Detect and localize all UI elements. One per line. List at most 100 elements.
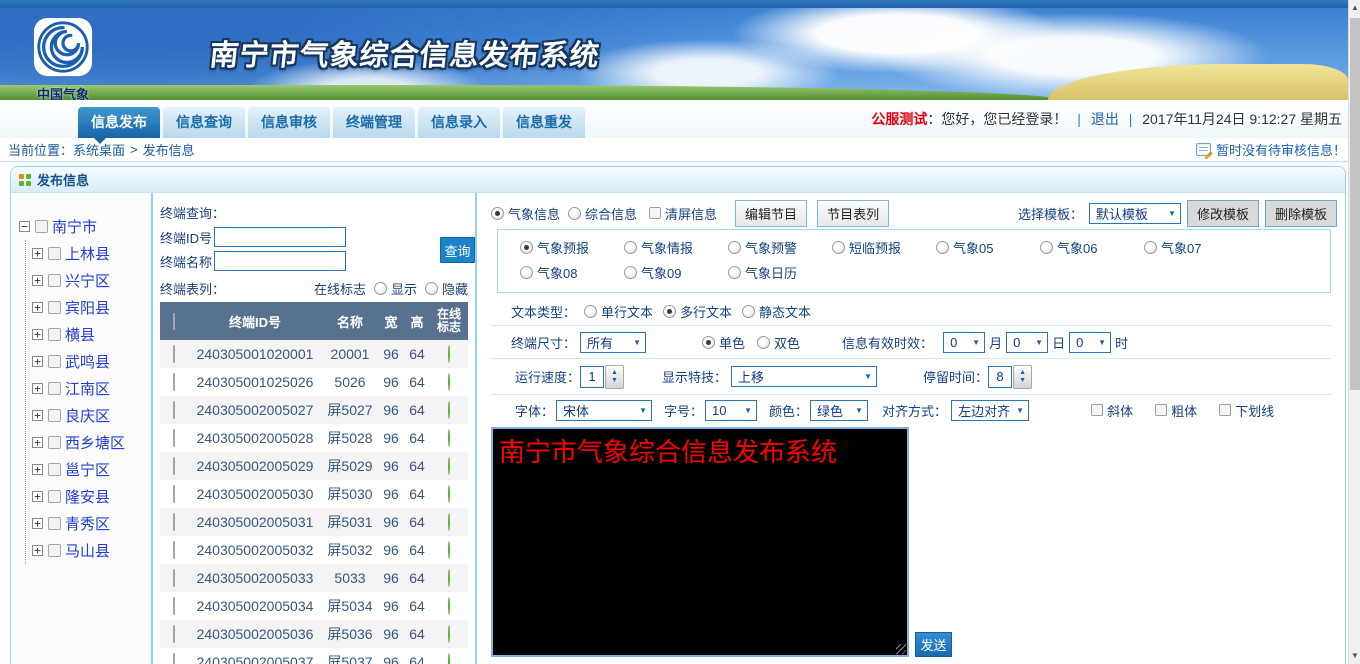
row-checkbox[interactable] [173,625,175,643]
speed-stepper[interactable]: ▲▼ [605,365,624,389]
row-checkbox[interactable] [173,541,175,559]
color-mode-option[interactable]: 单色 [702,333,745,352]
checkbox-icon[interactable] [1219,404,1231,416]
nav-tab[interactable]: 终端管理 [333,107,415,138]
row-checkbox[interactable] [173,485,175,503]
tree-item-label[interactable]: 青秀区 [65,513,110,534]
modify-template-button[interactable]: 修改模板 [1187,200,1259,227]
info-type-option[interactable]: 综合信息 [568,204,637,223]
expand-icon[interactable]: + [32,545,43,556]
font-style-option[interactable]: 粗体 [1155,401,1197,420]
tree-item-label[interactable]: 兴宁区 [65,270,110,291]
row-checkbox[interactable] [173,569,175,587]
table-row[interactable]: 240305002005027 屏5027 96 64 [160,396,468,424]
radio-icon[interactable] [520,266,533,279]
font-style-option[interactable]: 斜体 [1091,401,1133,420]
row-checkbox[interactable] [173,345,175,363]
category-option[interactable]: 气象05 [936,238,1040,257]
radio-icon[interactable] [663,305,676,318]
radio-icon[interactable] [425,282,438,295]
tree-item-checkbox[interactable] [48,463,61,476]
tree-item-label[interactable]: 宾阳县 [65,297,110,318]
radio-icon[interactable] [624,266,637,279]
tree-root-label[interactable]: 南宁市 [52,216,97,237]
tree-item-label[interactable]: 武鸣县 [65,351,110,372]
table-row[interactable]: 240305002005028 屏5028 96 64 [160,424,468,452]
category-option[interactable]: 短临预报 [832,238,936,257]
tree-item-checkbox[interactable] [48,409,61,422]
table-row[interactable]: 240305002005037 屏5037 96 64 [160,648,468,664]
font-size-select[interactable]: 10▼ [705,400,757,421]
tree-item-checkbox[interactable] [48,544,61,557]
checkbox-icon[interactable] [1091,404,1103,416]
nav-tab[interactable]: 信息录入 [418,107,500,138]
row-checkbox[interactable] [173,597,175,615]
logout-link[interactable]: 退出 [1091,111,1119,127]
validity-select[interactable]: 0▼ [1069,332,1111,353]
edit-program-button[interactable]: 编辑节目 [735,200,807,227]
expand-icon[interactable]: + [32,383,43,394]
category-option[interactable]: 气象07 [1144,238,1248,257]
query-button[interactable]: 查询 [440,237,475,263]
tree-item-checkbox[interactable] [48,382,61,395]
category-option[interactable]: 气象08 [520,263,624,282]
table-row[interactable]: 240305002005031 屏5031 96 64 [160,508,468,536]
tree-item-checkbox[interactable] [48,274,61,287]
tree-item-checkbox[interactable] [48,301,61,314]
breadcrumb-current[interactable]: 发布信息 [143,140,195,159]
row-checkbox[interactable] [173,457,175,475]
tree-root-checkbox[interactable] [35,220,48,233]
tree-item-label[interactable]: 邕宁区 [65,459,110,480]
tree-item-checkbox[interactable] [48,517,61,530]
category-option[interactable]: 气象日历 [728,263,832,282]
terminal-id-input[interactable] [214,227,346,247]
template-select[interactable]: 默认模板▼ [1089,203,1181,224]
info-type-option[interactable]: 气象信息 [491,204,560,223]
category-option[interactable]: 气象预报 [520,238,624,257]
radio-icon[interactable] [832,241,845,254]
radio-icon[interactable] [757,336,770,349]
terminal-size-select[interactable]: 所有▼ [580,332,646,353]
scrollbar-thumb[interactable] [1350,18,1360,390]
text-type-option[interactable]: 单行文本 [584,302,653,321]
font-select[interactable]: 宋体▼ [556,400,652,421]
radio-icon[interactable] [728,266,741,279]
tree-item-label[interactable]: 马山县 [65,540,110,561]
table-row[interactable]: 240305001020001 20001 96 64 [160,340,468,368]
scroll-up-arrow[interactable]: ▲ [1349,0,1360,16]
terminal-name-input[interactable] [214,251,346,271]
category-option[interactable]: 气象09 [624,263,728,282]
row-checkbox[interactable] [173,513,175,531]
expand-icon[interactable]: + [32,356,43,367]
radio-icon[interactable] [728,241,741,254]
validity-select[interactable]: 0▼ [1006,332,1048,353]
category-option[interactable]: 气象预警 [728,238,832,257]
online-flag-option[interactable]: 隐藏 [425,279,468,298]
radio-icon[interactable] [491,207,504,220]
tree-item-label[interactable]: 江南区 [65,378,110,399]
radio-icon[interactable] [374,282,387,295]
radio-icon[interactable] [624,241,637,254]
radio-icon[interactable] [742,305,755,318]
row-checkbox[interactable] [173,373,175,391]
delete-template-button[interactable]: 删除模板 [1265,200,1337,227]
table-row[interactable]: 240305002005030 屏5030 96 64 [160,480,468,508]
expand-icon[interactable]: + [32,329,43,340]
tree-item-label[interactable]: 良庆区 [65,405,110,426]
category-option[interactable]: 气象情报 [624,238,728,257]
row-checkbox[interactable] [173,653,175,664]
radio-icon[interactable] [1040,241,1053,254]
online-flag-option[interactable]: 显示 [374,279,417,298]
table-row[interactable]: 240305001025026 5026 96 64 [160,368,468,396]
nav-tab[interactable]: 信息审核 [248,107,330,138]
expand-icon[interactable]: + [32,437,43,448]
font-style-option[interactable]: 下划线 [1219,401,1274,420]
text-type-option[interactable]: 多行文本 [663,302,732,321]
row-checkbox[interactable] [173,429,175,447]
tree-item-label[interactable]: 隆安县 [65,486,110,507]
collapse-icon[interactable]: − [19,221,30,232]
expand-icon[interactable]: + [32,410,43,421]
nav-tab[interactable]: 信息发布 [78,107,160,138]
tree-item-checkbox[interactable] [48,355,61,368]
color-mode-option[interactable]: 双色 [757,333,800,352]
